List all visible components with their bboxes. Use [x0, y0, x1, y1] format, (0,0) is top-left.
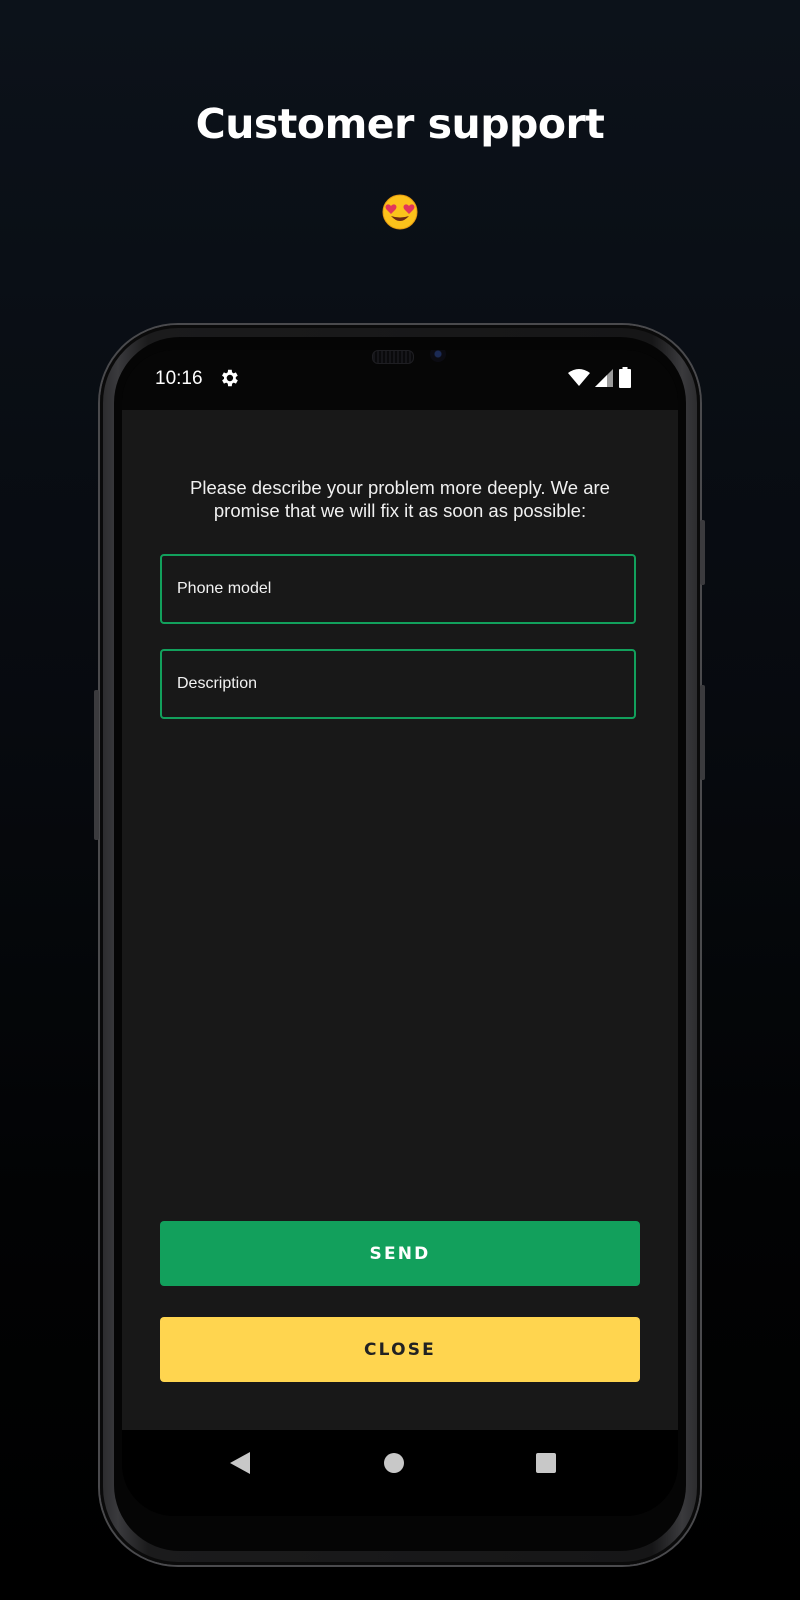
gear-icon — [222, 369, 238, 387]
earpiece-speaker — [372, 350, 414, 364]
status-time: 10:16 — [155, 368, 203, 389]
heart-eyes-emoji-icon — [382, 194, 418, 230]
home-icon[interactable] — [384, 1453, 404, 1473]
front-camera — [430, 350, 446, 362]
recents-icon[interactable] — [536, 1453, 556, 1473]
signal-icon — [595, 369, 613, 387]
navigation-bar — [122, 1430, 678, 1516]
side-button — [700, 685, 705, 780]
send-button[interactable]: SEND — [160, 1221, 640, 1286]
instruction-text: Please describe your problem more deeply… — [190, 477, 610, 521]
wifi-icon — [568, 369, 590, 386]
power-button — [700, 520, 705, 585]
back-icon[interactable] — [229, 1451, 251, 1475]
status-bar: 10:16 — [122, 350, 678, 410]
volume-button — [94, 690, 99, 840]
promo-title: Customer support — [195, 100, 605, 148]
description-input[interactable] — [160, 649, 636, 719]
close-button[interactable]: CLOSE — [160, 1317, 640, 1382]
phone-model-input[interactable] — [160, 554, 636, 624]
battery-icon — [619, 367, 631, 388]
